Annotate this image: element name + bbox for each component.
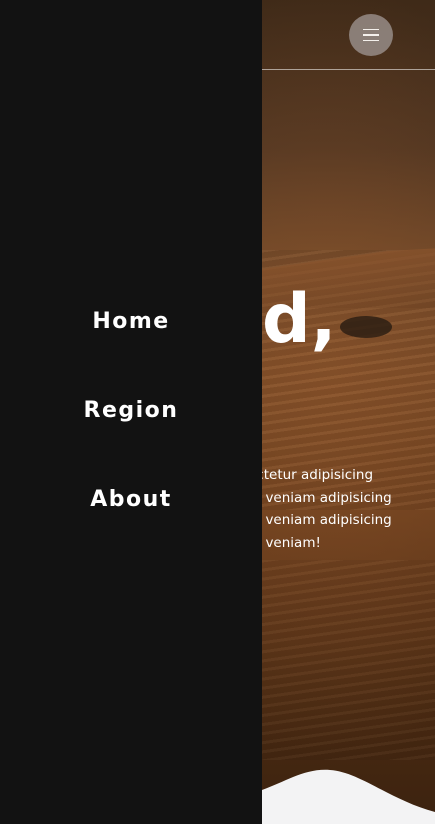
hamburger-menu-icon: [363, 28, 379, 31]
hero-paragraph-line: ectetur adipisicing: [248, 467, 374, 483]
nav-link-region[interactable]: Region: [0, 398, 262, 423]
hero-paragraph-line: m veniam!: [248, 534, 321, 551]
menu-toggle-button[interactable]: [349, 14, 393, 56]
hamburger-menu-icon: [363, 34, 379, 36]
nav-link-about[interactable]: About: [0, 487, 262, 512]
nav-drawer: Home Region About: [0, 0, 262, 824]
nav-link-home[interactable]: Home: [0, 309, 262, 334]
hero-headline: d,: [262, 280, 337, 359]
hero-paragraph-line: m veniam adipisicing: [248, 489, 392, 506]
hero-paragraph: ectetur adipisicing m veniam adipisicing…: [248, 464, 435, 554]
hero-paragraph-line: m veniam adipisicing: [248, 512, 392, 528]
hamburger-menu-icon: [363, 39, 379, 42]
header-divider: [262, 69, 435, 70]
